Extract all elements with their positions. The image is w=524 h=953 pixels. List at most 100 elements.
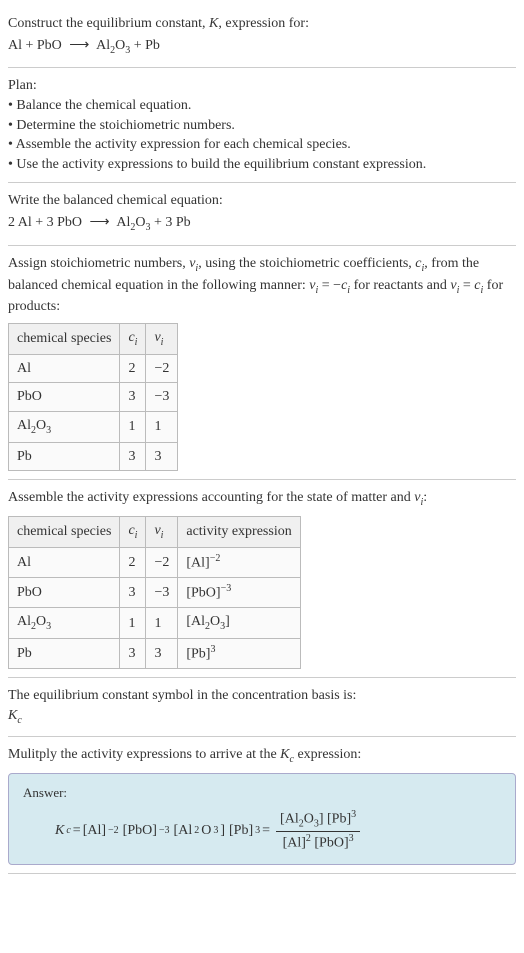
cell-nu: 1: [146, 608, 178, 639]
mult-text2: expression:: [294, 747, 361, 762]
cell-nu: −2: [146, 547, 178, 577]
eq-pos: =: [459, 278, 474, 293]
plan-item-2: • Determine the stoichiometric numbers.: [8, 116, 516, 136]
symbol-intro: The equilibrium constant symbol in the c…: [8, 686, 516, 706]
table-row: Al2O3 1 1 [Al2O3]: [9, 608, 301, 639]
ans-K-sub: c: [66, 824, 70, 838]
cell-nu: 3: [146, 639, 178, 669]
cell-nu: 3: [146, 442, 178, 471]
stoich-intro: Assign stoichiometric numbers, νi, using…: [8, 254, 516, 317]
ans-t4: [Pb]: [229, 821, 253, 841]
cell-c: 3: [120, 639, 146, 669]
cell-c: 3: [120, 442, 146, 471]
plan-item-1: • Balance the chemical equation.: [8, 96, 516, 116]
table-row: Al 2 −2 [Al]−2: [9, 547, 301, 577]
cell-activity: [PbO]−3: [178, 578, 300, 608]
col-nu: νi: [146, 517, 178, 548]
stoich-text2: , using the stoichiometric coefficients,: [198, 256, 415, 271]
cell-species: PbO: [9, 383, 120, 412]
num-o: O: [304, 811, 314, 826]
cell-species: Pb: [9, 639, 120, 669]
table-row: Al 2 −2: [9, 354, 178, 383]
col-activity: activity expression: [178, 517, 300, 548]
col-c: ci: [120, 517, 146, 548]
nu-header-sub: i: [161, 530, 164, 541]
ans-eq: =: [73, 821, 81, 841]
arrow-icon: ⟶: [69, 38, 89, 53]
cell-species: Al: [9, 547, 120, 577]
eq-pb: + Pb: [130, 38, 160, 53]
al-text: Al: [17, 614, 31, 629]
eq-left: Al + PbO: [8, 38, 62, 53]
ans-t2: [PbO]: [123, 821, 157, 841]
cell-species: Pb: [9, 442, 120, 471]
stoich-table: chemical species ci νi Al 2 −2 PbO 3 −3 …: [8, 323, 178, 471]
cell-c: 3: [120, 383, 146, 412]
cell-activity: [Pb]3: [178, 639, 300, 669]
mult-K: K: [280, 747, 289, 762]
col-nu: νi: [146, 323, 178, 354]
answer-label: Answer:: [23, 784, 501, 802]
den-pbosup: 3: [349, 833, 354, 844]
plan-item-3: • Assemble the activity expression for e…: [8, 135, 516, 155]
unbalanced-equation: Al + PbO ⟶ Al2O3 + Pb: [8, 36, 516, 58]
al-text: Al: [17, 418, 31, 433]
balanced-equation: 2 Al + 3 PbO ⟶ Al2O3 + 3 Pb: [8, 213, 516, 235]
eq-o: O: [115, 38, 125, 53]
ans-t3al: [Al: [174, 821, 193, 841]
cell-c: 3: [120, 578, 146, 608]
c-header-sub: i: [135, 530, 138, 541]
table-row: Al2O3 1 1: [9, 411, 178, 442]
eq-neg: = −: [318, 278, 341, 293]
expr-base: [Pb]: [186, 647, 210, 662]
cell-c: 2: [120, 354, 146, 383]
bal-rest: + 3 Pb: [150, 215, 190, 230]
cell-c: 2: [120, 547, 146, 577]
cell-nu: −3: [146, 578, 178, 608]
arrow-icon: ⟶: [90, 215, 110, 230]
expr-al: [Al: [186, 614, 205, 629]
symbol-section: The equilibrium constant symbol in the c…: [8, 678, 516, 736]
fraction: [Al2O3] [Pb]3 [Al]2 [PbO]3: [276, 808, 360, 854]
expr-sup: −3: [221, 583, 232, 594]
title-K: K: [209, 16, 218, 31]
balanced-intro: Write the balanced chemical equation:: [8, 191, 516, 211]
answer-section: Mulitply the activity expressions to arr…: [8, 737, 516, 874]
num-al: [Al: [280, 811, 299, 826]
den-pbo: [PbO]: [311, 836, 349, 851]
ans-t2sup: −3: [159, 824, 170, 838]
activity-table: chemical species ci νi activity expressi…: [8, 516, 301, 669]
col-species: chemical species: [9, 517, 120, 548]
ans-K: K: [55, 821, 64, 841]
fraction-numerator: [Al2O3] [Pb]3: [276, 808, 360, 832]
bal-left: 2 Al + 3 PbO: [8, 215, 82, 230]
balanced-section: Write the balanced chemical equation: 2 …: [8, 183, 516, 245]
table-row: Pb 3 3: [9, 442, 178, 471]
table-row: PbO 3 −3: [9, 383, 178, 412]
table-row: Pb 3 3 [Pb]3: [9, 639, 301, 669]
stoich-text: Assign stoichiometric numbers,: [8, 256, 189, 271]
expr-o: O: [210, 614, 220, 629]
answer-equation: Kc = [Al]−2 [PbO]−3 [Al2O3] [Pb]3 = [Al2…: [23, 808, 501, 854]
cell-nu: −3: [146, 383, 178, 412]
multiply-intro: Mulitply the activity expressions to arr…: [8, 745, 516, 767]
problem-statement: Construct the equilibrium constant, K, e…: [8, 4, 516, 68]
expr-base: [PbO]: [186, 586, 220, 601]
fraction-denominator: [Al]2 [PbO]3: [279, 832, 358, 853]
den-al: [Al]: [283, 836, 306, 851]
num-pb: [Pb]: [327, 811, 351, 826]
cell-activity: [Al2O3]: [178, 608, 300, 639]
table-header-row: chemical species ci νi: [9, 323, 178, 354]
symbol-kc: Kc: [8, 706, 516, 728]
activity-intro: Assemble the activity expressions accoun…: [8, 488, 516, 510]
activity-section: Assemble the activity expressions accoun…: [8, 480, 516, 678]
ans-t3s1: 2: [194, 824, 199, 838]
cell-species: Al: [9, 354, 120, 383]
o-text: O: [36, 614, 46, 629]
col-c: ci: [120, 323, 146, 354]
ans-t3close: ]: [220, 821, 225, 841]
ans-t1sup: −2: [108, 824, 119, 838]
table-row: PbO 3 −3 [PbO]−3: [9, 578, 301, 608]
bal-al: Al: [116, 215, 130, 230]
ans-t1: [Al]: [83, 821, 106, 841]
